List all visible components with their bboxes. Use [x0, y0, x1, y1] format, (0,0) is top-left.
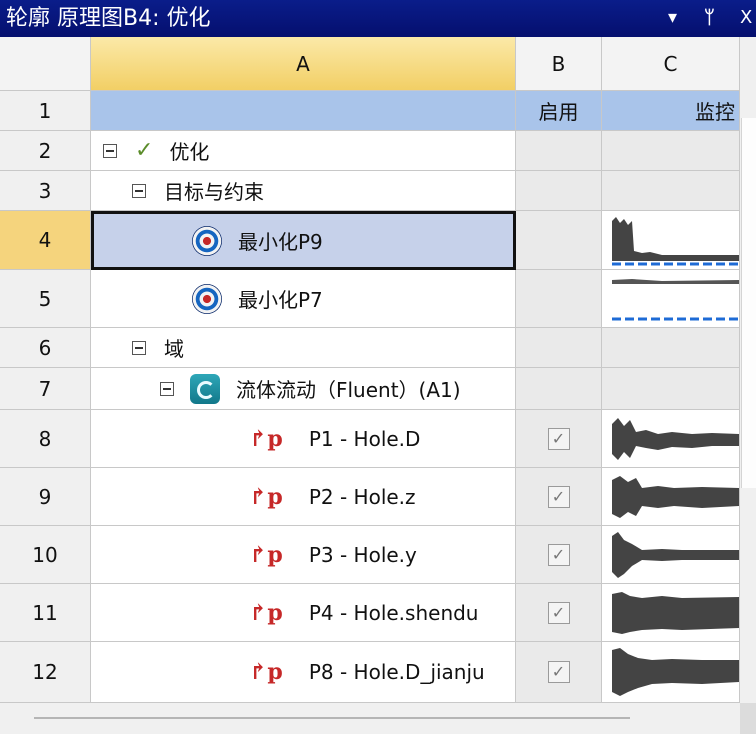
enable-checkbox[interactable]: ✓: [547, 485, 570, 508]
tree-item-label[interactable]: 目标与约束: [164, 176, 264, 205]
table-row[interactable]: 10 ↱p P3 - Hole.y ✓: [0, 526, 740, 584]
parameter-label[interactable]: P8 - Hole.D_jianju: [309, 660, 485, 684]
check-icon: ✓: [135, 138, 154, 163]
parameter-icon: ↱p: [249, 599, 283, 626]
monitor-chart: [602, 526, 740, 584]
table-row[interactable]: 6 域: [0, 328, 740, 368]
scroll-corner: [740, 703, 756, 734]
monitor-chart: [602, 211, 740, 270]
vertical-scroll-thumb[interactable]: [741, 118, 756, 488]
title-bar: 轮廓 原理图B4: 优化 ▾ ᛘ X: [0, 0, 756, 37]
table-row[interactable]: 7 流体流动（Fluent）(A1): [0, 368, 740, 410]
monitor-chart: [602, 468, 740, 526]
parameter-label[interactable]: P4 - Hole.shendu: [309, 601, 479, 625]
monitor-chart: [602, 410, 740, 468]
parameter-label[interactable]: P1 - Hole.D: [309, 427, 421, 451]
column-title-enable: 启用: [516, 91, 602, 131]
monitor-chart: [602, 270, 740, 328]
fluent-icon: [190, 373, 220, 404]
row-number: 2: [38, 138, 52, 163]
monitor-chart: [602, 584, 740, 642]
target-icon: [192, 283, 222, 314]
outline-grid: A B C 1 启用 监控 2 ✓ 优化 3 目标与约束 4 最小化P9 5 最…: [0, 37, 740, 703]
window-title: 轮廓 原理图B4: 优化: [6, 6, 211, 31]
selected-cell[interactable]: 最小化P9: [91, 211, 516, 270]
table-row[interactable]: 9 ↱p P2 - Hole.z ✓: [0, 468, 740, 526]
row-number: 4: [38, 228, 52, 252]
column-header-b[interactable]: B: [516, 37, 602, 91]
tree-item-label[interactable]: 优化: [169, 136, 209, 165]
row-number: 3: [38, 178, 52, 203]
row-number: 11: [32, 600, 58, 625]
parameter-icon: ↱p: [249, 541, 283, 568]
table-cell: [91, 91, 516, 131]
parameter-label[interactable]: P3 - Hole.y: [309, 543, 417, 567]
close-icon[interactable]: X: [740, 5, 752, 31]
enable-checkbox[interactable]: ✓: [547, 661, 570, 683]
table-row[interactable]: 4 最小化P9: [0, 211, 740, 270]
table-row[interactable]: 11 ↱p P4 - Hole.shendu ✓: [0, 584, 740, 642]
collapse-icon[interactable]: [160, 381, 174, 396]
corner-header[interactable]: [0, 37, 91, 91]
collapse-icon[interactable]: [132, 183, 146, 198]
enable-checkbox[interactable]: ✓: [547, 601, 570, 624]
table-row[interactable]: 2 ✓ 优化: [0, 131, 740, 171]
monitor-chart: [602, 642, 740, 703]
parameter-icon: ↱p: [249, 659, 283, 685]
parameter-icon: ↱p: [249, 483, 283, 510]
table-row[interactable]: 8 ↱p P1 - Hole.D ✓: [0, 410, 740, 468]
row-number: 10: [32, 542, 58, 567]
target-icon: [192, 225, 222, 256]
table-row: 1 启用 监控: [0, 91, 740, 131]
row-number: 5: [38, 286, 52, 311]
row-number: 9: [38, 484, 52, 509]
collapse-icon[interactable]: [132, 340, 146, 355]
dropdown-icon[interactable]: ▾: [668, 5, 677, 31]
enable-checkbox[interactable]: ✓: [547, 427, 570, 450]
table-row[interactable]: 12 ↱p P8 - Hole.D_jianju ✓: [0, 642, 740, 703]
column-header-row: A B C: [0, 37, 740, 91]
row-number: 8: [38, 426, 52, 451]
table-row[interactable]: 3 目标与约束: [0, 171, 740, 211]
table-row[interactable]: 5 最小化P7: [0, 270, 740, 328]
row-number: 12: [32, 660, 58, 684]
objective-label[interactable]: 最小化P7: [238, 284, 323, 313]
tree-item-label[interactable]: 域: [164, 333, 184, 362]
objective-label[interactable]: 最小化P9: [238, 226, 323, 255]
collapse-icon[interactable]: [103, 143, 117, 158]
parameter-icon: ↱p: [249, 425, 283, 452]
row-number: 1: [0, 91, 91, 131]
column-header-c[interactable]: C: [602, 37, 740, 91]
pin-icon[interactable]: ᛘ: [704, 5, 715, 31]
parameter-label[interactable]: P2 - Hole.z: [309, 485, 416, 509]
row-number: 6: [38, 335, 52, 360]
enable-checkbox[interactable]: ✓: [547, 543, 570, 566]
column-header-a[interactable]: A: [91, 37, 516, 91]
row-number: 7: [38, 376, 52, 401]
tree-item-label[interactable]: 流体流动（Fluent）(A1): [236, 374, 461, 403]
horizontal-scroll-thumb[interactable]: [34, 717, 630, 719]
column-title-monitor: 监控: [602, 91, 740, 131]
